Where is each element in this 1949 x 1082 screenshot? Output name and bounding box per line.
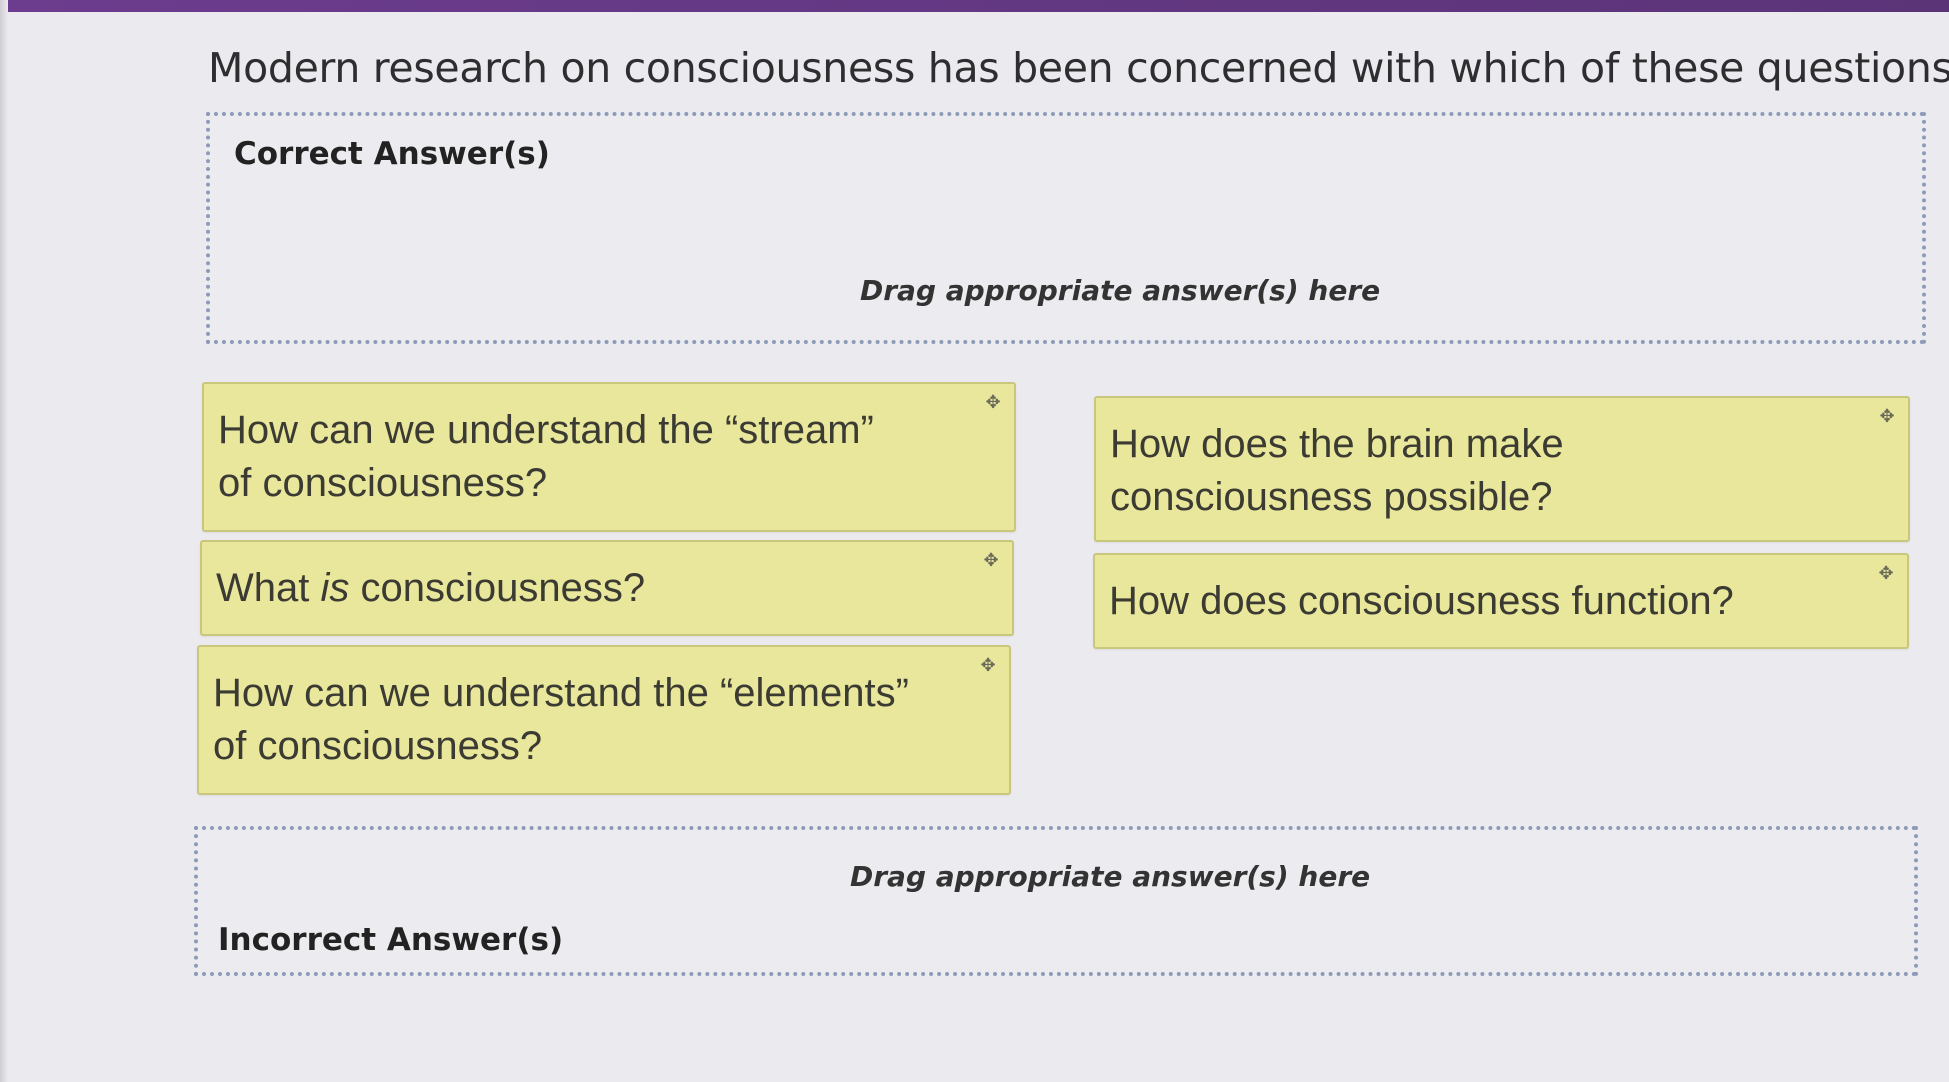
answer-card-function[interactable]: How does consciousness function? ✥ <box>1093 553 1909 649</box>
answer-card-label: How can we understand the “stream” of co… <box>218 408 874 505</box>
answer-card-what-is[interactable]: What is consciousness? ✥ <box>200 540 1014 636</box>
question-text: Modern research on consciousness has bee… <box>208 44 1949 92</box>
move-icon[interactable]: ✥ <box>982 552 1000 570</box>
move-icon[interactable]: ✥ <box>984 394 1002 412</box>
answer-card-brain[interactable]: How does the brain make consciousness po… <box>1094 396 1910 542</box>
answer-card-stream[interactable]: How can we understand the “stream” of co… <box>202 382 1016 532</box>
screen-edge <box>0 0 8 1082</box>
move-icon[interactable]: ✥ <box>1878 408 1896 426</box>
answer-card-label: What is consciousness? <box>216 566 646 610</box>
incorrect-dropzone-hint: Drag appropriate answer(s) here <box>850 860 1371 893</box>
correct-dropzone-hint: Drag appropriate answer(s) here <box>860 274 1381 307</box>
move-icon[interactable]: ✥ <box>1877 565 1895 583</box>
move-icon[interactable]: ✥ <box>979 657 997 675</box>
answer-card-elements[interactable]: How can we understand the “elements” of … <box>197 645 1011 795</box>
incorrect-answers-dropzone[interactable]: Drag appropriate answer(s) here Incorrec… <box>194 826 1918 976</box>
correct-answers-dropzone[interactable]: Correct Answer(s) Drag appropriate answe… <box>206 112 1926 344</box>
top-bar <box>0 0 1949 12</box>
answer-card-label: How does the brain make consciousness po… <box>1110 422 1564 519</box>
correct-answers-title: Correct Answer(s) <box>234 136 550 172</box>
incorrect-answers-title: Incorrect Answer(s) <box>218 922 564 958</box>
answer-card-label: How does consciousness function? <box>1109 579 1734 623</box>
answer-card-label: How can we understand the “elements” of … <box>213 671 909 768</box>
emphasis-text: is <box>320 566 350 610</box>
